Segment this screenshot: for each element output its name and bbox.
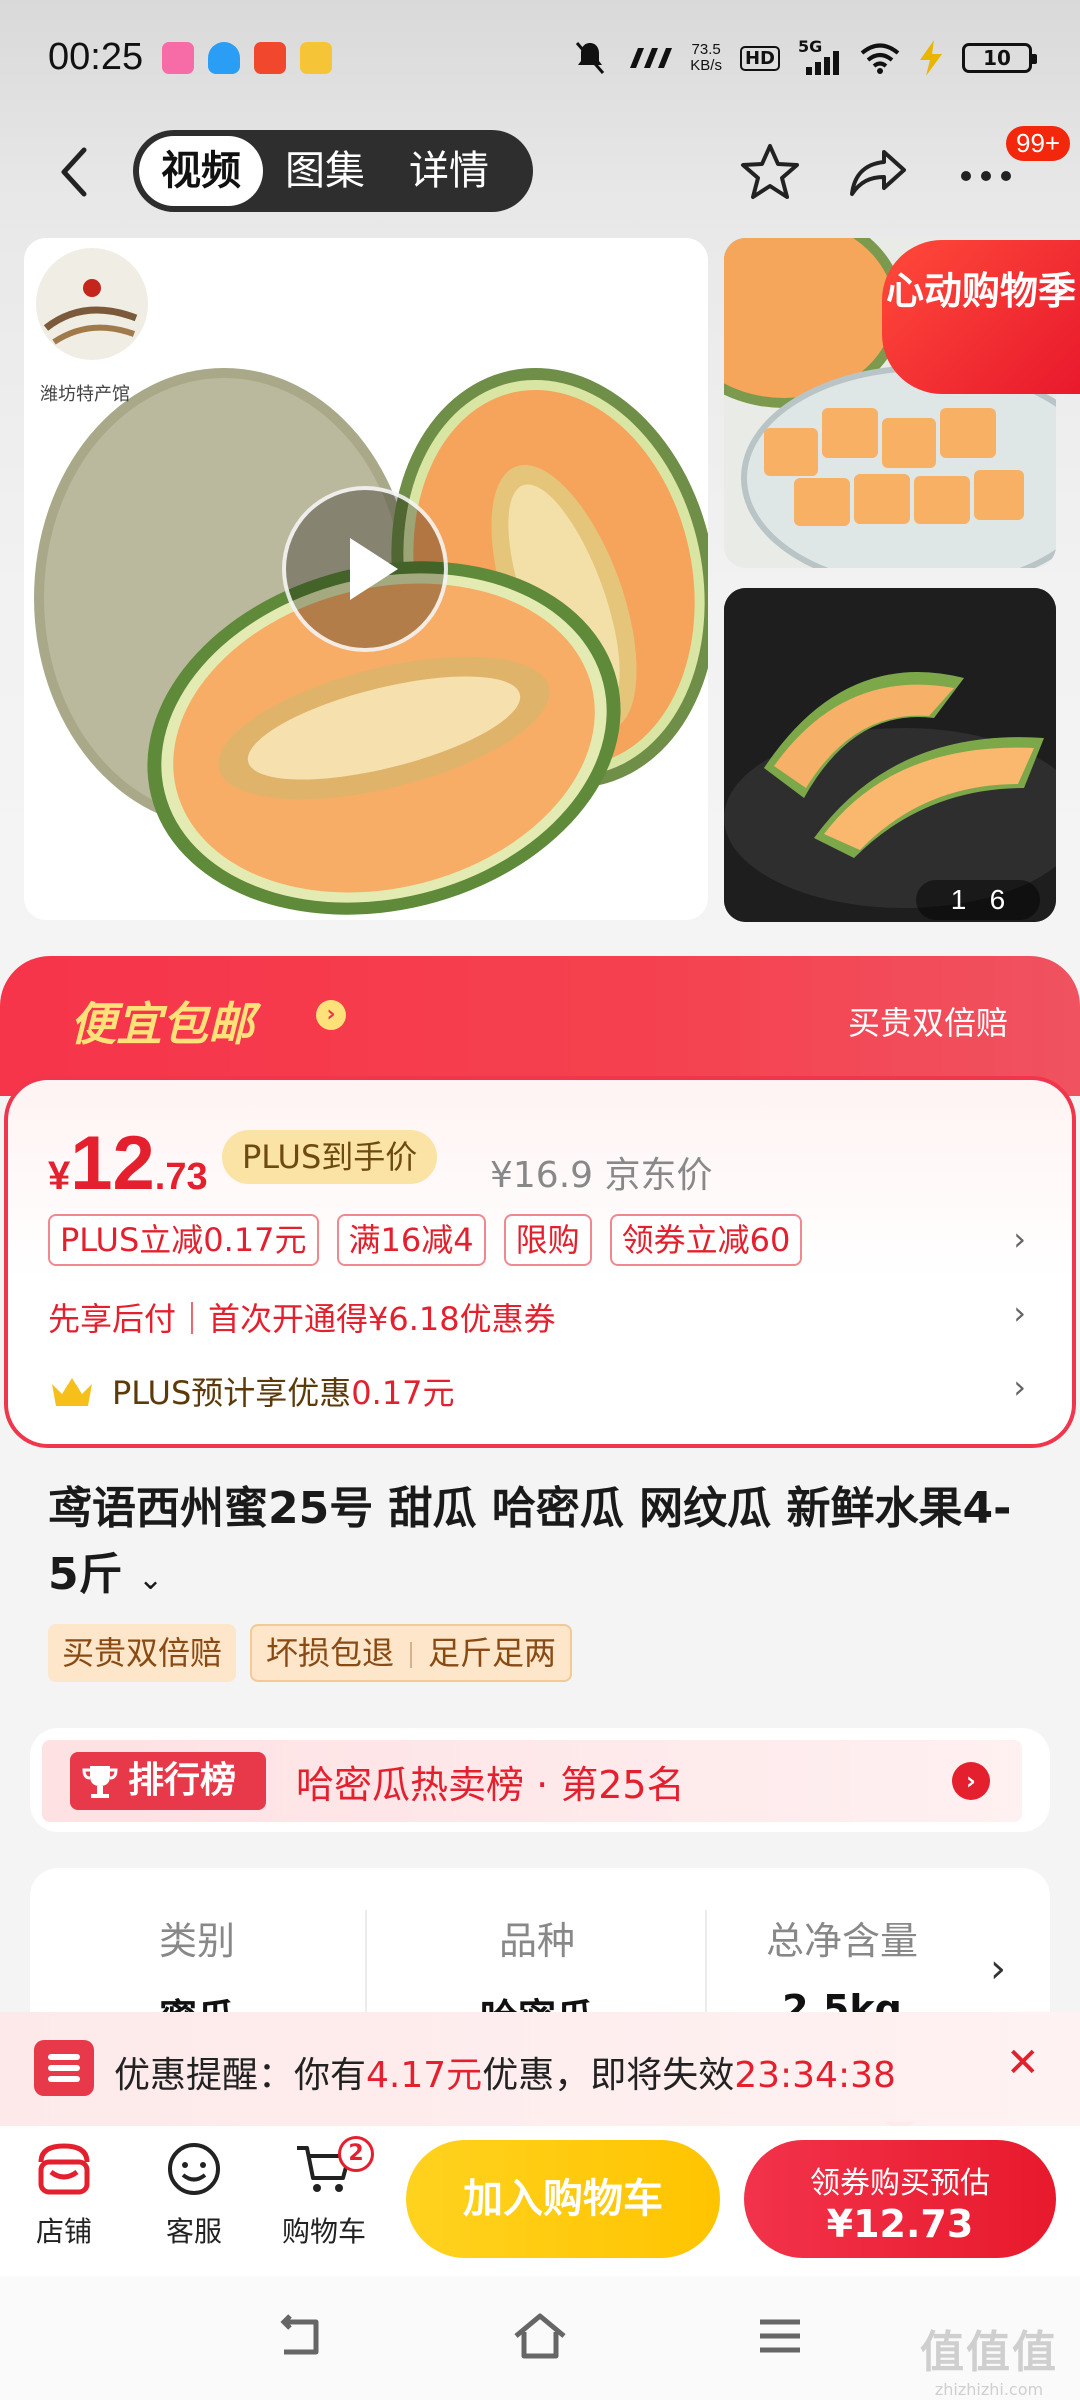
add-to-cart-button[interactable]: 加入购物车 <box>406 2140 720 2258</box>
divider <box>365 1910 367 2020</box>
cart-count-badge: 2 <box>338 2136 374 2172</box>
deal-title: 便宜包邮 <box>70 997 254 1051</box>
chevron-right-icon[interactable]: › <box>990 1946 1006 1992</box>
system-back-icon[interactable] <box>270 2306 330 2366</box>
tab-details[interactable]: 详情 <box>387 136 511 206</box>
product-title[interactable]: 鸢语西州蜜25号 甜瓜 哈密瓜 网纹瓜 新鲜水果4-5斤 ⌄ <box>48 1476 1038 1613</box>
wifi-icon <box>860 43 900 74</box>
final-price: ¥12.73 <box>48 1121 208 1206</box>
play-icon <box>350 538 398 600</box>
customer-service-button[interactable]: 客服 <box>144 2138 244 2250</box>
status-right: 73.5 KB/s HD 5G 10 <box>574 37 1037 78</box>
discount-tag: 领券立减60 <box>609 1214 803 1266</box>
reminder-text: 优惠提醒：你有4.17元优惠，即将失效23:34:38 <box>114 2055 896 2096</box>
mute-icon <box>576 42 605 74</box>
charging-icon <box>920 40 942 76</box>
discount-tags[interactable]: PLUS立减0.17元 满16减4 限购 领券立减60 <box>48 1214 803 1266</box>
app-notification-icon <box>254 42 286 74</box>
divider <box>705 1910 707 2020</box>
app-notification-icon <box>162 42 194 74</box>
watermark: 值值值 zhizhizhi.com <box>920 2327 1058 2399</box>
pay-later-offer[interactable]: 先享后付｜首次开通得¥6.18优惠券 <box>48 1294 556 1340</box>
service-smile-icon <box>168 2143 220 2195</box>
service-badge: 买贵双倍赔 <box>48 1624 237 1682</box>
close-icon[interactable]: ✕ <box>1006 2040 1040 2086</box>
shop-button[interactable]: 店铺 <box>14 2138 114 2250</box>
chevron-right-icon[interactable]: › <box>1013 1220 1026 1258</box>
system-menu-icon[interactable] <box>750 2306 810 2366</box>
app-notification-icon <box>300 42 332 74</box>
discount-tag: 限购 <box>503 1214 592 1266</box>
price-guarantee-link[interactable]: 买贵双倍赔 <box>848 998 1008 1044</box>
buy-now-button[interactable]: 领券购买预估 ¥12.73 <box>744 2140 1056 2258</box>
main-product-image[interactable]: 潍坊特产馆 <box>24 238 708 920</box>
chevron-right-icon[interactable]: › <box>1013 1368 1026 1406</box>
app-notification-icon <box>208 42 240 74</box>
discount-tag: PLUS立减0.17元 <box>48 1214 319 1266</box>
plus-savings[interactable]: PLUS预计享优惠0.17元 <box>112 1368 455 1414</box>
chevron-right-icon[interactable]: › <box>952 1762 990 1800</box>
status-bar: 00:25 73.5 KB/s HD 5G 10 <box>0 0 1080 118</box>
ranking-text: 哈密瓜热卖榜 · 第25名 <box>296 1763 685 1807</box>
share-icon[interactable] <box>846 140 910 204</box>
gallery-thumbnail[interactable] <box>724 588 1056 922</box>
shop-icon <box>38 2143 90 2195</box>
signal-icon: 5G <box>798 37 842 75</box>
net-speed: 73.5 KB/s <box>690 41 722 74</box>
tab-gallery[interactable]: 图集 <box>263 136 387 206</box>
gallery-counter: 1 6 <box>916 880 1040 920</box>
service-badges[interactable]: 买贵双倍赔 坏损包退 足斤足两 <box>48 1624 573 1682</box>
coupon-icon <box>34 2040 94 2096</box>
back-arrow-icon[interactable] <box>50 142 100 202</box>
status-time: 00:25 <box>48 36 144 78</box>
jd-price: ¥16.9 京东价 <box>490 1155 713 1196</box>
promo-season-tag[interactable]: 心动购物季 <box>882 240 1080 394</box>
system-home-icon[interactable] <box>510 2306 570 2366</box>
battery-icon: 10 <box>962 43 1037 73</box>
melon-slices-image <box>724 588 1056 922</box>
message-badge: 99+ <box>1006 126 1071 161</box>
play-button[interactable] <box>282 486 448 652</box>
hd-indicator: HD <box>739 45 780 71</box>
crown-icon <box>52 1378 92 1406</box>
chevron-right-icon[interactable]: › <box>1013 1294 1026 1332</box>
tab-video[interactable]: 视频 <box>139 136 263 206</box>
trophy-icon <box>82 1766 118 1798</box>
service-badge-group: 坏损包退 足斤足两 <box>250 1624 573 1682</box>
plus-price-pill: PLUS到手价 <box>222 1130 438 1184</box>
carrier-logo-icon <box>630 48 673 68</box>
chevron-right-icon: › <box>316 1000 346 1030</box>
media-tabs: 视频 图集 详情 <box>133 130 533 212</box>
chevron-down-icon[interactable]: ⌄ <box>138 1562 163 1597</box>
discount-tag: 满16减4 <box>336 1214 486 1266</box>
favorite-star-icon[interactable] <box>738 140 802 204</box>
shop-logo-text: 潍坊特产馆 <box>40 384 130 405</box>
